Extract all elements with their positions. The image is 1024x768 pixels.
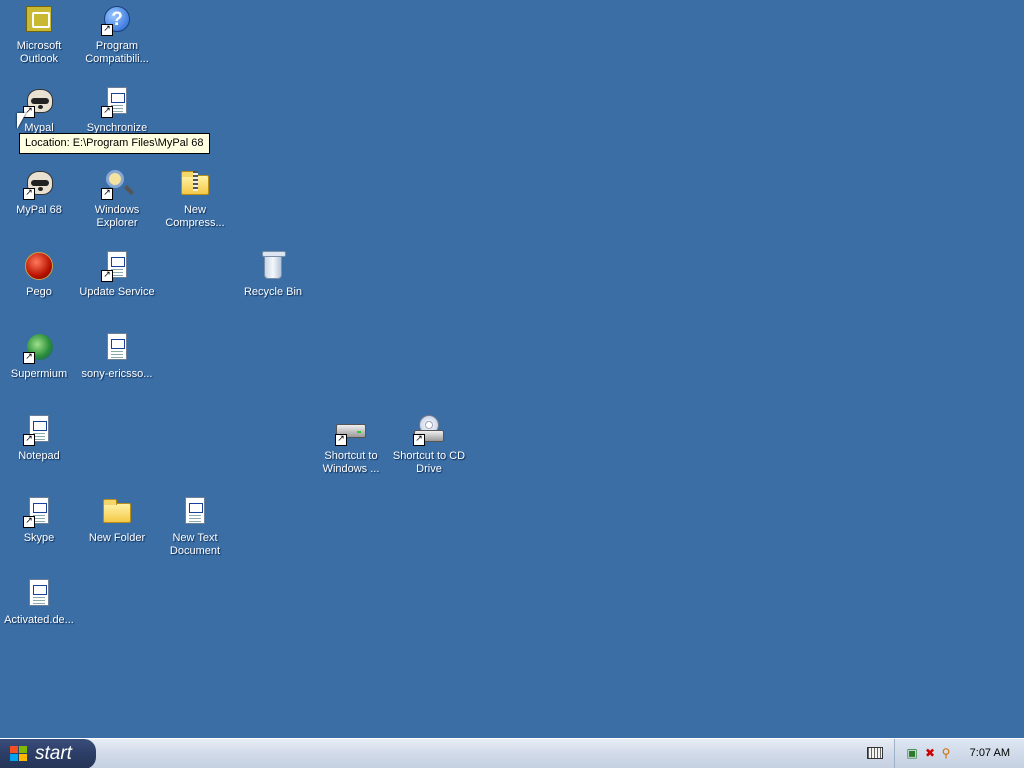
desktop-icon-program-compatibility[interactable]: ? ↗ Program Compatibili... bbox=[78, 4, 156, 66]
taskbar: start ▣ ✖ ⚲ 7:07 AM bbox=[0, 738, 1024, 768]
desktop-icon-label: New Text Document bbox=[169, 532, 221, 557]
shortcut-arrow-icon: ↗ bbox=[101, 270, 113, 282]
desktop-icon-label: Supermium bbox=[10, 368, 68, 380]
desktop-icon-update-service[interactable]: ↗ Update Service bbox=[78, 250, 156, 299]
zip-folder-icon bbox=[181, 171, 209, 195]
desktop-icon-microsoft-outlook[interactable]: Microsoft Outlook bbox=[0, 4, 78, 66]
desktop-icon-windows-explorer[interactable]: ↗ Windows Explorer bbox=[78, 168, 156, 230]
shortcut-arrow-icon: ↗ bbox=[335, 434, 347, 446]
folder-icon bbox=[103, 499, 131, 523]
security-icon[interactable]: ✖ bbox=[923, 746, 937, 760]
shortcut-arrow-icon: ↗ bbox=[101, 24, 113, 36]
desktop-icon-label: Activated.de... bbox=[4, 614, 74, 626]
desktop-icon-label: Shortcut to CD Drive bbox=[392, 450, 466, 475]
desktop-icon-label: Program Compatibili... bbox=[85, 40, 149, 65]
location-tooltip: Location: E:\Program Files\MyPal 68 bbox=[19, 133, 210, 154]
document-icon bbox=[29, 579, 49, 606]
desktop-icon-recycle-bin[interactable]: Recycle Bin bbox=[234, 250, 312, 299]
shortcut-arrow-icon: ↗ bbox=[23, 188, 35, 200]
network-icon[interactable]: ▣ bbox=[905, 746, 919, 760]
desktop-icon-label: Update Service bbox=[79, 286, 155, 298]
clock[interactable]: 7:07 AM bbox=[970, 747, 1010, 759]
desktop-icon-label: Notepad bbox=[18, 450, 60, 462]
desktop-icon-activated[interactable]: Activated.de... bbox=[0, 578, 78, 627]
windows-logo-icon bbox=[10, 746, 28, 762]
desktop-icon-sony-ericsson[interactable]: sony-ericsso... bbox=[78, 332, 156, 381]
desktop-icon-new-text-document[interactable]: New Text Document bbox=[156, 496, 234, 558]
shortcut-arrow-icon: ↗ bbox=[101, 106, 113, 118]
system-tray: ▣ ✖ ⚲ 7:07 AM bbox=[894, 739, 1024, 768]
desktop-icon-label: Pego bbox=[26, 286, 52, 298]
desktop-icon-label: Windows Explorer bbox=[94, 204, 140, 229]
desktop-icon-shortcut-cd-drive[interactable]: ↗ Shortcut to CD Drive bbox=[390, 414, 468, 476]
desktop[interactable]: Microsoft Outlook ? ↗ Program Compatibili… bbox=[0, 0, 1024, 738]
keyboard-icon[interactable] bbox=[867, 747, 883, 759]
desktop-icon-new-compressed-folder[interactable]: New Compress... bbox=[156, 168, 234, 230]
recycle-bin-icon bbox=[262, 251, 286, 279]
shortcut-arrow-icon: ↗ bbox=[23, 352, 35, 364]
pego-icon bbox=[25, 252, 53, 280]
desktop-icon-label: Recycle Bin bbox=[243, 286, 303, 298]
desktop-icon-label: New Folder bbox=[88, 532, 146, 544]
desktop-icon-skype[interactable]: ↗ Skype bbox=[0, 496, 78, 545]
document-icon bbox=[107, 333, 127, 360]
document-icon bbox=[185, 497, 205, 524]
magnifier-icon bbox=[106, 170, 124, 188]
start-button[interactable]: start bbox=[0, 739, 96, 768]
outlook-icon bbox=[26, 6, 52, 32]
shortcut-arrow-icon: ↗ bbox=[23, 434, 35, 446]
desktop-icon-shortcut-windows[interactable]: ↗ Shortcut to Windows ... bbox=[312, 414, 390, 476]
shortcut-arrow-icon: ↗ bbox=[101, 188, 113, 200]
desktop-icon-label: Shortcut to Windows ... bbox=[322, 450, 380, 475]
desktop-icon-label: MyPal 68 bbox=[16, 204, 62, 216]
desktop-icon-mypal-68[interactable]: ↗ MyPal 68 bbox=[0, 168, 78, 217]
desktop-icon-mypal[interactable]: ↗ Mypal bbox=[0, 86, 78, 135]
desktop-icon-label: New Compress... bbox=[165, 204, 225, 229]
shortcut-arrow-icon: ↗ bbox=[23, 516, 35, 528]
desktop-icon-label: Skype bbox=[23, 532, 55, 544]
shortcut-arrow-icon: ↗ bbox=[413, 434, 425, 446]
desktop-icon-pego[interactable]: Pego bbox=[0, 250, 78, 299]
search-icon[interactable]: ⚲ bbox=[939, 746, 953, 760]
desktop-icon-notepad[interactable]: ↗ Notepad bbox=[0, 414, 78, 463]
desktop-icon-label: Microsoft Outlook bbox=[16, 40, 62, 65]
desktop-icon-label: sony-ericsso... bbox=[81, 368, 153, 380]
desktop-icon-synchronize[interactable]: ↗ Synchronize bbox=[78, 86, 156, 135]
desktop-icon-new-folder[interactable]: New Folder bbox=[78, 496, 156, 545]
mouse-cursor-icon bbox=[17, 113, 26, 129]
start-label: start bbox=[35, 743, 72, 764]
desktop-icon-supermium[interactable]: ↗ Supermium bbox=[0, 332, 78, 381]
